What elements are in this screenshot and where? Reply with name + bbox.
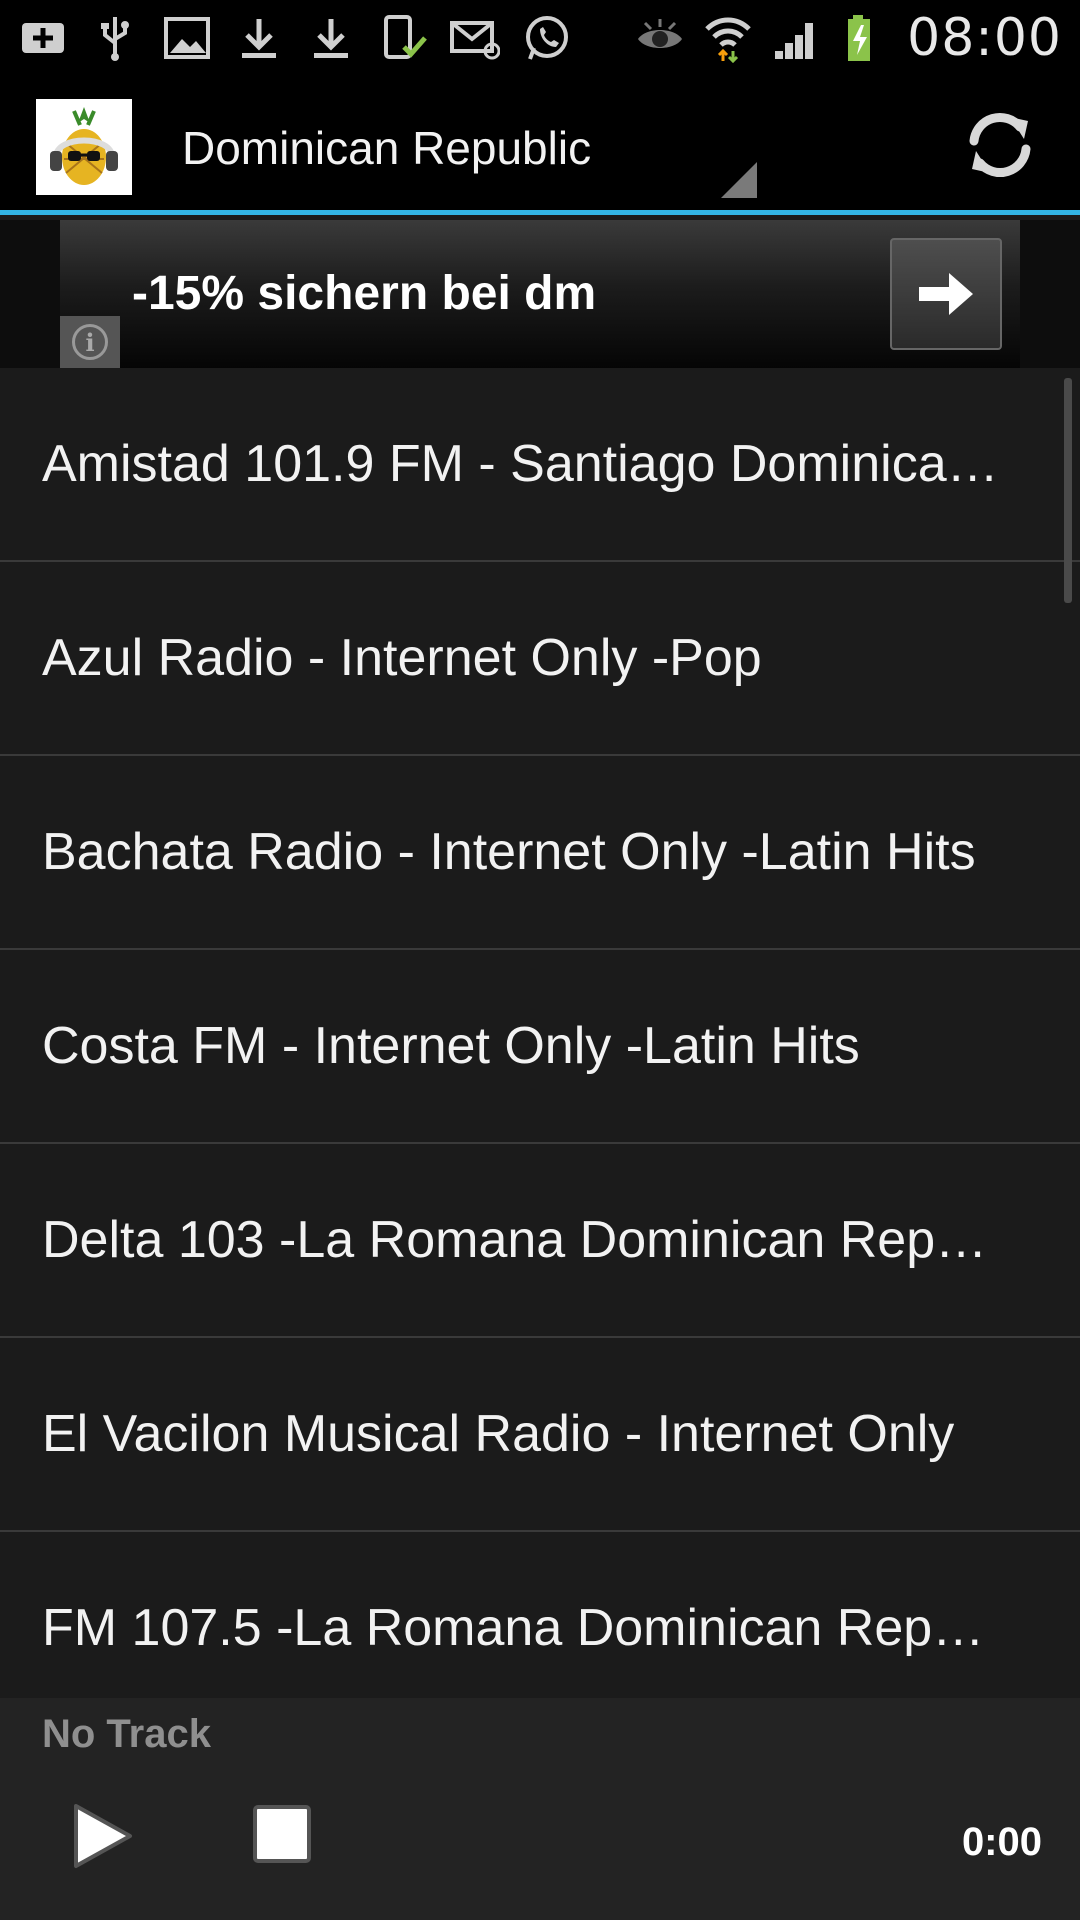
- download-icon: [306, 13, 356, 63]
- app-logo-icon[interactable]: [36, 99, 132, 195]
- country-spinner[interactable]: Dominican Republic: [148, 75, 760, 210]
- stop-button[interactable]: [252, 1804, 312, 1864]
- ad-text: -15% sichern bei dm: [132, 267, 597, 320]
- whatsapp-icon: [522, 13, 572, 63]
- email-icon: [450, 13, 500, 63]
- stop-icon: [253, 1805, 311, 1863]
- station-item[interactable]: Amistad 101.9 FM - Santiago Dominican Re…: [0, 368, 1080, 562]
- station-item[interactable]: Azul Radio - Internet Only -Pop: [0, 562, 1080, 756]
- station-name: Azul Radio - Internet Only -Pop: [42, 629, 762, 687]
- status-bar: 08:00: [0, 0, 1080, 75]
- arrow-right-icon: [919, 273, 973, 315]
- ad-info-button[interactable]: i: [60, 316, 120, 368]
- wifi-icon: [703, 13, 753, 63]
- station-item[interactable]: Costa FM - Internet Only -Latin Hits: [0, 950, 1080, 1144]
- station-item[interactable]: El Vacilon Musical Radio - Internet Only: [0, 1338, 1080, 1532]
- station-name: Bachata Radio - Internet Only -Latin Hit…: [42, 823, 976, 881]
- station-name: Amistad 101.9 FM - Santiago Dominican Re…: [42, 435, 1000, 493]
- ad-banner[interactable]: -15% sichern bei dm i: [60, 220, 1020, 368]
- station-item[interactable]: Delta 103 -La Romana Dominican Republic: [0, 1144, 1080, 1338]
- country-label: Dominican Republic: [182, 122, 592, 174]
- track-label: No Track: [42, 1712, 211, 1756]
- download-icon: [234, 13, 284, 63]
- station-name: FM 107.5 -La Romana Dominican Republic: [42, 1599, 1000, 1657]
- signal-icon: [771, 13, 821, 63]
- play-icon: [74, 1804, 132, 1868]
- playback-time: 0:00: [961, 1820, 1042, 1864]
- info-icon: i: [72, 324, 108, 360]
- station-name: Delta 103 -La Romana Dominican Republic: [42, 1211, 1000, 1269]
- station-list[interactable]: Amistad 101.9 FM - Santiago Dominican Re…: [0, 368, 1080, 1698]
- refresh-icon: [969, 113, 1031, 177]
- play-button[interactable]: [70, 1802, 134, 1870]
- image-icon: [162, 13, 212, 63]
- station-name: El Vacilon Musical Radio - Internet Only: [42, 1405, 955, 1463]
- station-item[interactable]: FM 107.5 -La Romana Dominican Republic: [0, 1532, 1080, 1698]
- station-item[interactable]: Bachata Radio - Internet Only -Latin Hit…: [0, 756, 1080, 950]
- add-notification-icon: [18, 13, 68, 63]
- player-bar: No Track 0:00: [0, 1698, 1080, 1920]
- status-clock: 08:00: [907, 7, 1062, 68]
- eye-icon: [635, 13, 685, 63]
- list-scrollbar[interactable]: [1064, 378, 1072, 603]
- station-name: Costa FM - Internet Only -Latin Hits: [42, 1017, 860, 1075]
- refresh-button[interactable]: [960, 105, 1040, 185]
- ad-arrow-button[interactable]: [890, 238, 1002, 350]
- battery-charging-icon: [839, 13, 889, 63]
- usb-icon: [90, 13, 140, 63]
- phone-check-icon: [378, 13, 428, 63]
- ad-banner-area: -15% sichern bei dm i: [0, 220, 1080, 368]
- spinner-arrow-icon: [721, 162, 757, 198]
- action-bar: Dominican Republic: [0, 75, 1080, 215]
